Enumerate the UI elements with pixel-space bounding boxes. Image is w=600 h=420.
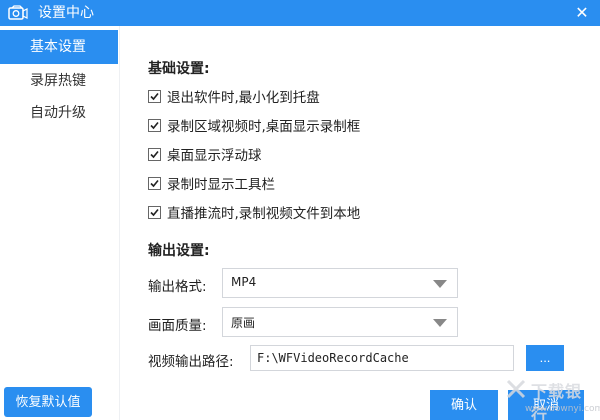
option-label: 桌面显示浮动球	[167, 148, 262, 164]
option-show-record-frame[interactable]: 录制区域视频时,桌面显示录制框	[148, 116, 361, 135]
confirm-button[interactable]: 确认	[430, 390, 498, 420]
sidebar-item-label: 录屏热键	[30, 73, 86, 89]
output-path-input[interactable]	[250, 345, 514, 371]
window-title: 设置中心	[38, 5, 94, 21]
quality-label: 画面质量:	[148, 318, 207, 334]
title-bar: 设置中心 ✕	[0, 0, 600, 26]
checkbox-checked[interactable]	[148, 176, 161, 190]
output-format-label: 输出格式:	[148, 279, 207, 295]
option-floating-ball[interactable]: 桌面显示浮动球	[148, 145, 262, 164]
option-label: 退出软件时,最小化到托盘	[167, 90, 320, 106]
sidebar: 基本设置 录屏热键 自动升级	[0, 26, 120, 420]
browse-button[interactable]: ...	[526, 345, 564, 371]
sidebar-item-record-hotkeys[interactable]: 录屏热键	[0, 64, 118, 98]
quality-select[interactable]: 原画	[222, 307, 458, 337]
chevron-down-icon	[433, 319, 447, 327]
checkbox-checked[interactable]	[148, 205, 161, 219]
restore-defaults-button[interactable]: 恢复默认值	[4, 387, 92, 417]
basic-settings-title: 基础设置:	[148, 61, 210, 77]
app-icon	[8, 5, 28, 21]
option-label: 直播推流时,录制视频文件到本地	[167, 206, 361, 222]
output-path-label: 视频输出路径:	[148, 354, 234, 370]
close-button[interactable]: ✕	[572, 3, 592, 23]
watermark-logo-icon	[505, 378, 527, 400]
option-show-toolbar[interactable]: 录制时显示工具栏	[148, 174, 275, 193]
watermark: 下载银行 www.downyi.com	[505, 376, 600, 420]
sidebar-item-basic-settings[interactable]: 基本设置	[0, 30, 118, 64]
chevron-down-icon	[433, 280, 447, 288]
output-format-select[interactable]: MP4	[222, 268, 458, 298]
option-label: 录制区域视频时,桌面显示录制框	[167, 119, 361, 135]
sidebar-item-label: 基本设置	[30, 39, 86, 55]
option-record-while-streaming[interactable]: 直播推流时,录制视频文件到本地	[148, 203, 361, 222]
option-minimize-to-tray[interactable]: 退出软件时,最小化到托盘	[148, 87, 320, 106]
select-value: MP4	[231, 275, 257, 289]
option-label: 录制时显示工具栏	[167, 177, 275, 193]
watermark-url: www.downyi.com	[525, 404, 600, 414]
checkbox-checked[interactable]	[148, 118, 161, 132]
sidebar-item-auto-upgrade[interactable]: 自动升级	[0, 96, 118, 130]
output-settings-title: 输出设置:	[148, 243, 210, 259]
checkbox-checked[interactable]	[148, 147, 161, 161]
select-value: 原画	[231, 316, 256, 330]
checkbox-checked[interactable]	[148, 89, 161, 103]
close-icon: ✕	[575, 3, 589, 22]
sidebar-item-label: 自动升级	[30, 105, 86, 121]
